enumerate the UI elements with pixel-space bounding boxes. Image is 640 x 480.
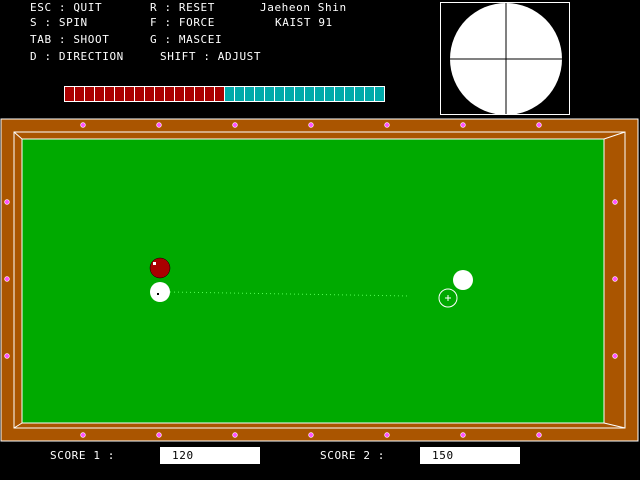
- key-reset: R : RESET: [150, 1, 216, 14]
- diamond-marker: [536, 122, 542, 128]
- diamond-marker: [384, 122, 390, 128]
- key-direction: D : DIRECTION: [30, 50, 124, 63]
- diamond-marker: [232, 122, 238, 128]
- spin-indicator-panel: [440, 2, 570, 115]
- cue-ball-spin-dot: [157, 293, 159, 295]
- diamond-marker: [80, 432, 86, 438]
- object-ball-white: [453, 270, 473, 290]
- table-felt: [22, 139, 604, 423]
- key-force: F : FORCE: [150, 16, 216, 29]
- author-name: Jaeheon Shin: [260, 1, 347, 14]
- score1-label: SCORE 1 :: [50, 449, 116, 462]
- score1-value: 120: [160, 447, 260, 464]
- diamond-marker: [308, 432, 314, 438]
- diamond-marker: [232, 432, 238, 438]
- key-shoot: TAB : SHOOT: [30, 33, 110, 46]
- diamond-marker: [4, 353, 10, 359]
- cue-ball[interactable]: [150, 282, 170, 302]
- key-adjust: SHIFT : ADJUST: [160, 50, 262, 63]
- diamond-marker: [384, 432, 390, 438]
- diamond-marker: [156, 122, 162, 128]
- diamond-marker: [460, 122, 466, 128]
- author-affiliation: KAIST 91: [275, 16, 333, 29]
- key-masse: G : MASCEI: [150, 33, 223, 46]
- red-ball-highlight: [153, 262, 156, 265]
- force-cell-empty: [374, 86, 385, 102]
- diamond-marker: [156, 432, 162, 438]
- spin-indicator: [450, 3, 562, 115]
- diamond-marker: [80, 122, 86, 128]
- red-ball: [149, 257, 171, 279]
- diamond-marker: [612, 353, 618, 359]
- key-spin: S : SPIN: [30, 16, 88, 29]
- score2-value: 150: [420, 447, 520, 464]
- diamond-marker: [612, 276, 618, 282]
- key-quit: ESC : QUIT: [30, 1, 103, 14]
- force-meter: [64, 86, 385, 102]
- diamond-marker: [4, 276, 10, 282]
- billiard-table: [0, 118, 640, 442]
- diamond-marker: [536, 432, 542, 438]
- diamond-marker: [612, 199, 618, 205]
- game-screen: ESC : QUIT R : RESET Jaeheon Shin S : SP…: [0, 0, 640, 480]
- diamond-marker: [4, 199, 10, 205]
- diamond-marker: [460, 432, 466, 438]
- diamond-marker: [308, 122, 314, 128]
- score2-label: SCORE 2 :: [320, 449, 386, 462]
